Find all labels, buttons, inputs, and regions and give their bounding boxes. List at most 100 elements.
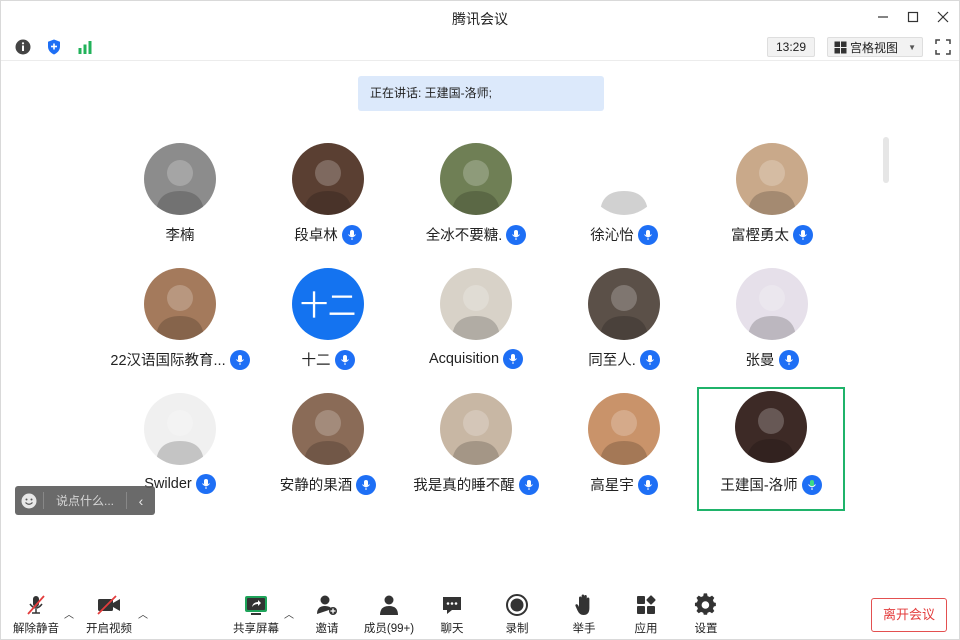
chat-bubble-icon [438,593,466,617]
settings-button[interactable]: 设置 [676,593,736,637]
grid-view-icon [834,41,847,53]
collapse-chevron-icon[interactable]: ‹ [127,493,155,509]
mic-on-icon [229,349,250,370]
participant-tile[interactable]: 富樫勇太 [698,133,846,257]
mic-on-icon [637,224,658,245]
mic-on-icon [778,349,799,370]
mic-on-icon [506,224,527,245]
video-options-caret-icon[interactable]: ︿ [137,607,149,621]
participant-tile[interactable]: 全冰不要糖. [402,133,550,257]
share-screen-icon [242,593,270,617]
caret-down-icon: ▼ [908,42,916,52]
participant-tile[interactable]: 22汉语国际教育... [106,258,254,382]
participant-name: 王建国-洛师 [720,478,798,494]
invite-label: 邀请 [315,623,339,635]
participant-avatar [588,393,660,465]
share-options-caret-icon[interactable]: ︿ [283,607,295,621]
participant-tile[interactable]: 十二 十二 [254,258,402,382]
participant-avatar [440,143,512,215]
speaking-banner: 正在讲话: 王建国-洛师; [358,76,604,111]
participant-name-row: 富樫勇太 [698,224,846,245]
participant-name-row: 张曼 [698,349,846,370]
title-bar: 腾讯会议 [1,1,959,33]
participant-name: 十二 [301,353,331,369]
view-mode-label: 宫格视图 [850,40,899,55]
minimize-icon[interactable] [871,5,895,29]
mic-on-icon [503,349,524,369]
mic-on-icon [195,474,216,494]
members-button[interactable]: 成员(99+) [359,593,419,637]
window-title: 腾讯会议 [452,11,508,27]
participant-tile[interactable]: 张曼 [698,258,846,382]
members-icon [375,593,403,617]
unmute-button[interactable]: 解除静音 [6,593,66,637]
participant-name-row: 我是真的睡不醒 [402,474,550,495]
meeting-window: 腾讯会议 13:29 宫格视图 ▼ 正在讲话: 王建国-洛师; 李楠 段卓林 全… [0,0,960,640]
participant-name: 段卓林 [294,228,338,244]
grid-scrollbar[interactable] [883,137,889,183]
meeting-toolbar: 13:29 宫格视图 ▼ [1,33,959,61]
participant-name: 李楠 [165,228,195,244]
participant-avatar [144,268,216,340]
chat-label: 聊天 [440,623,464,635]
audio-options-caret-icon[interactable]: ︿ [63,607,75,621]
participant-name: 同至人. [588,353,636,369]
participant-name-row: 王建国-洛师 [699,474,843,495]
fullscreen-icon[interactable] [933,37,953,57]
close-icon[interactable] [931,5,955,29]
participant-avatar [588,268,660,340]
mic-on-icon [801,474,822,495]
share-screen-label: 共享屏幕 [233,623,279,635]
participant-name-row: 同至人. [550,349,698,370]
leave-meeting-button[interactable]: 离开会议 [871,598,947,632]
mic-on-icon [356,474,377,495]
chat-button[interactable]: 聊天 [422,593,482,637]
participant-tile[interactable]: 同至人. [550,258,698,382]
members-label: 成员(99+) [363,623,415,635]
participant-avatar [440,393,512,465]
mic-on-icon [518,474,539,495]
apps-grid-icon [632,593,660,617]
participant-tile[interactable]: 我是真的睡不醒 [402,383,550,507]
raise-hand-button[interactable]: 举手 [554,593,614,637]
start-video-button[interactable]: 开启视频 [79,593,139,637]
record-button[interactable]: 录制 [487,593,547,637]
chat-input-placeholder[interactable]: 说点什么... [56,492,126,509]
info-icon[interactable] [12,36,34,58]
participant-tile[interactable]: 王建国-洛师 [697,387,845,511]
mic-on-icon [639,349,660,370]
participant-tile[interactable]: Acquisition [402,258,550,382]
participant-name: 张曼 [745,353,775,369]
gear-icon [692,593,720,617]
unmute-label: 解除静音 [13,623,59,635]
mic-on-icon [793,224,813,245]
participant-tile[interactable]: 安静的果酒 [254,383,402,507]
mic-on-icon [637,474,658,495]
quick-chat-box[interactable]: 说点什么... ‹ [15,486,155,515]
settings-label: 设置 [694,623,718,635]
participant-name: 富樫勇太 [731,228,789,244]
share-screen-button[interactable]: 共享屏幕 [226,593,286,637]
participant-tile[interactable]: 李楠 [106,133,254,257]
participant-name: 全冰不要糖. [425,228,503,244]
raise-hand-label: 举手 [572,623,596,635]
participant-tile[interactable]: 徐沁怡 [550,133,698,257]
participant-avatar [144,393,216,465]
shield-icon[interactable] [43,36,65,58]
participant-name: 高星宇 [590,478,634,494]
participant-name: Acquisition [428,351,500,367]
participant-name-row: 22汉语国际教育... [106,349,254,370]
emoji-icon[interactable] [15,486,43,515]
participant-tile[interactable]: 高星宇 [550,383,698,507]
video-off-icon [95,593,123,617]
participant-avatar [736,268,808,340]
participant-tile[interactable]: 段卓林 [254,133,402,257]
apps-button[interactable]: 应用 [616,593,676,637]
participant-name-row: 段卓林 [254,224,402,245]
signal-icon[interactable] [74,36,96,58]
mic-on-icon [334,349,355,370]
muted-mic-icon [22,593,50,617]
view-mode-dropdown[interactable]: 宫格视图 ▼ [827,37,923,57]
invite-button[interactable]: 邀请 [297,593,357,637]
maximize-icon[interactable] [901,5,925,29]
